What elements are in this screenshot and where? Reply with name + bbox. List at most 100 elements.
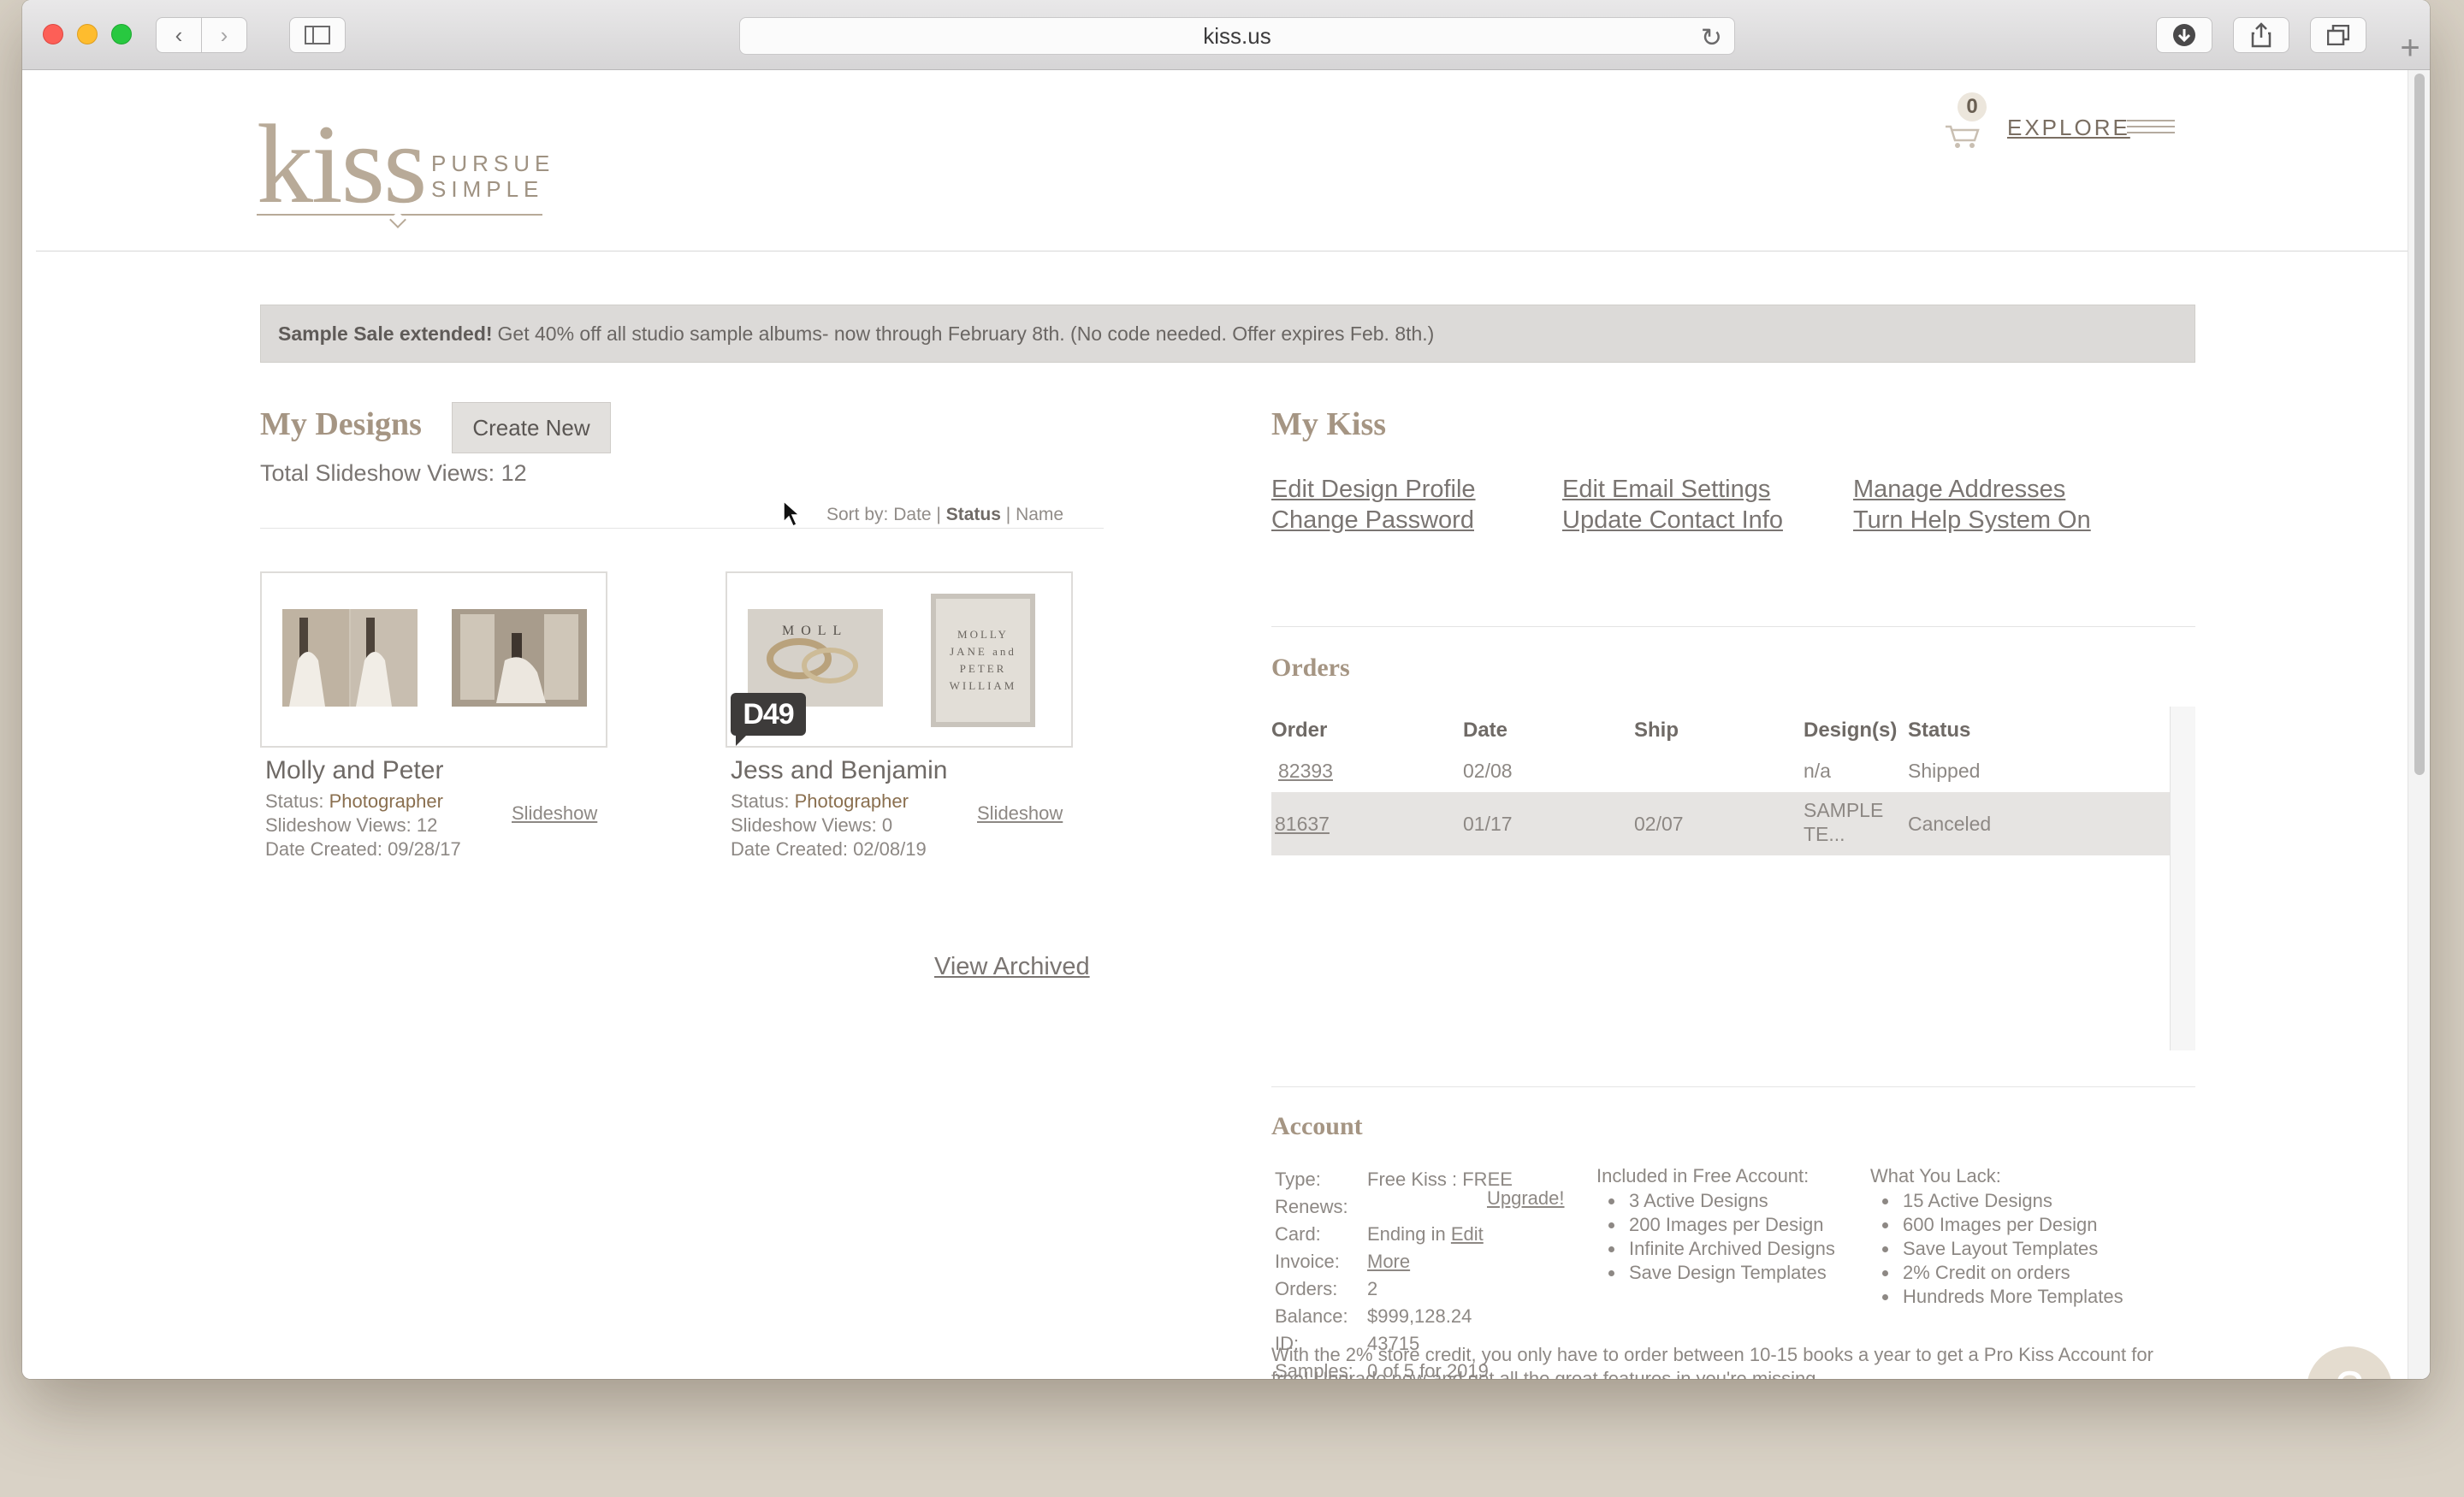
new-tab-button[interactable]: + — [2390, 26, 2430, 70]
logo-wordmark: kiss — [257, 101, 427, 227]
wedding-photo-right — [452, 609, 587, 707]
update-contact-info-link[interactable]: Update Contact Info — [1562, 506, 1783, 535]
order-designs: n/a — [1804, 760, 1831, 782]
kiss-logo[interactable]: kiss PURSUE SIMPLE — [257, 108, 565, 228]
list-item: Save Layout Templates — [1870, 1237, 2195, 1261]
column-header-status: Status — [1908, 719, 1971, 742]
account-orders-label: Orders: — [1275, 1278, 1338, 1299]
tabs-icon — [2327, 25, 2349, 45]
total-slideshow-views: Total Slideshow Views: 12 — [260, 460, 527, 486]
design-date-created: Date Created: 02/08/19 — [731, 838, 927, 860]
orders-scrollbar[interactable] — [2170, 707, 2195, 1050]
status-value: Photographer — [794, 790, 909, 812]
included-features-title: Included in Free Account: — [1596, 1165, 1810, 1186]
orders-table: Order Date Ship Design(s) Status 82393 0… — [1271, 707, 2195, 1050]
minimize-window-button[interactable] — [77, 24, 98, 44]
column-header-order: Order — [1271, 719, 1328, 742]
column-header-ship: Ship — [1634, 719, 1679, 742]
list-item: 15 Active Designs — [1870, 1189, 2195, 1213]
designs-divider — [260, 528, 1104, 529]
address-bar[interactable]: kiss.us ↻ — [739, 17, 1735, 55]
help-button[interactable]: ? — [2307, 1346, 2392, 1379]
design-status: Status: Photographer — [731, 790, 909, 813]
sort-by-name[interactable]: Name — [1016, 505, 1063, 524]
account-renews-label: Renews: — [1275, 1196, 1348, 1217]
design-number-badge: D49 — [731, 693, 806, 746]
upgrade-footnote: With the 2% store credit, you only have … — [1271, 1344, 2153, 1379]
chevron-left-icon: ‹ — [175, 21, 183, 48]
browser-window: ‹ › kiss.us ↻ + kiss PURSUE SIMPLE 0 EXP… — [22, 0, 2430, 1379]
maximize-window-button[interactable] — [111, 24, 132, 44]
forward-button[interactable]: › — [201, 17, 247, 53]
cart-button[interactable]: 0 — [1935, 82, 1987, 151]
table-row[interactable]: 81637 01/17 02/07 SAMPLE TE... Canceled — [1271, 792, 2170, 855]
order-number-link[interactable]: 82393 — [1278, 760, 1333, 783]
back-button[interactable]: ‹ — [156, 17, 202, 53]
share-button[interactable] — [2233, 17, 2289, 53]
turn-help-system-on-link[interactable]: Turn Help System On — [1853, 506, 2091, 535]
invoice-more-link[interactable]: More — [1367, 1251, 1410, 1273]
downloads-button[interactable] — [2156, 17, 2212, 53]
order-number-link[interactable]: 81637 — [1275, 813, 1330, 836]
list-item: 600 Images per Design — [1870, 1213, 2195, 1237]
sort-by-status[interactable]: Status — [946, 505, 1001, 524]
table-row[interactable]: 82393 02/08 n/a Shipped — [1271, 753, 2170, 789]
lacking-features-title: What You Lack: — [1870, 1165, 2001, 1186]
slideshow-link[interactable]: Slideshow — [977, 802, 1063, 825]
web-page: kiss PURSUE SIMPLE 0 EXPLORE Sample Sale… — [22, 70, 2408, 1379]
logo-tagline: PURSUE SIMPLE — [431, 151, 554, 202]
orders-title: Orders — [1271, 654, 1350, 682]
logo-tagline-2: SIMPLE — [431, 176, 544, 202]
list-item: Infinite Archived Designs — [1596, 1237, 1862, 1261]
design-thumbnail[interactable]: MOLL MOLLY JANE and PETER WILLIAM D49 — [726, 571, 1073, 748]
upgrade-link[interactable]: Upgrade! — [1487, 1187, 1565, 1210]
card-ending-text: Ending in — [1367, 1223, 1446, 1245]
included-features-list: 3 Active Designs 200 Images per Design I… — [1596, 1189, 1862, 1285]
design-name[interactable]: Jess and Benjamin — [731, 756, 947, 785]
lacking-features-list: 15 Active Designs 600 Images per Design … — [1870, 1189, 2195, 1309]
close-window-button[interactable] — [43, 24, 63, 44]
slideshow-link[interactable]: Slideshow — [512, 802, 597, 825]
manage-addresses-link[interactable]: Manage Addresses — [1853, 476, 2065, 504]
status-label: Status: — [731, 790, 790, 812]
create-new-button[interactable]: Create New — [452, 402, 611, 453]
order-date: 01/17 — [1463, 813, 1513, 835]
share-icon — [2251, 22, 2272, 48]
edit-design-profile-link[interactable]: Edit Design Profile — [1271, 476, 1476, 504]
list-item: 3 Active Designs — [1596, 1189, 1862, 1213]
card-edit-link[interactable]: Edit — [1451, 1223, 1484, 1245]
order-ship: 02/07 — [1634, 813, 1684, 835]
list-item: Hundreds More Templates — [1870, 1285, 2195, 1309]
cart-icon — [1946, 125, 1980, 148]
mouse-cursor-icon — [783, 500, 801, 528]
sort-by-date[interactable]: Date — [893, 505, 931, 524]
page-scrollbar[interactable] — [2408, 70, 2430, 1379]
view-archived-link[interactable]: View Archived — [934, 953, 1090, 981]
explore-link[interactable]: EXPLORE — [2007, 115, 2130, 141]
edit-email-settings-link[interactable]: Edit Email Settings — [1562, 476, 1770, 504]
wedding-photo-left — [282, 609, 418, 707]
design-thumbnail[interactable] — [260, 571, 607, 748]
question-mark-icon: ? — [2335, 1360, 2363, 1380]
tab-overview-button[interactable] — [2310, 17, 2366, 53]
sidebar-icon — [305, 26, 330, 44]
design-slideshow-views: Slideshow Views: 12 — [265, 814, 438, 836]
sort-separator: | — [1005, 505, 1011, 524]
list-item: 200 Images per Design — [1596, 1213, 1862, 1237]
reload-icon[interactable]: ↻ — [1701, 23, 1722, 53]
account-type-label: Type: — [1275, 1169, 1321, 1190]
page-scrollbar-thumb[interactable] — [2414, 74, 2425, 775]
list-item: Save Design Templates — [1596, 1261, 1862, 1285]
sort-prefix: Sort by: — [826, 505, 889, 524]
account-card-value: Ending in Edit — [1367, 1223, 1484, 1246]
svg-text:MOLL: MOLL — [782, 624, 848, 638]
sort-bar: Sort by: Date | Status | Name — [826, 505, 1063, 525]
change-password-link[interactable]: Change Password — [1271, 506, 1474, 535]
browser-toolbar: ‹ › kiss.us ↻ + — [22, 0, 2430, 70]
account-orders-value: 2 — [1367, 1278, 1378, 1299]
sidebar-toggle-button[interactable] — [289, 17, 346, 53]
order-designs: SAMPLE — [1804, 799, 1884, 821]
url-text: kiss.us — [1203, 22, 1271, 49]
design-name[interactable]: Molly and Peter — [265, 756, 443, 785]
menu-icon[interactable] — [2127, 120, 2175, 135]
